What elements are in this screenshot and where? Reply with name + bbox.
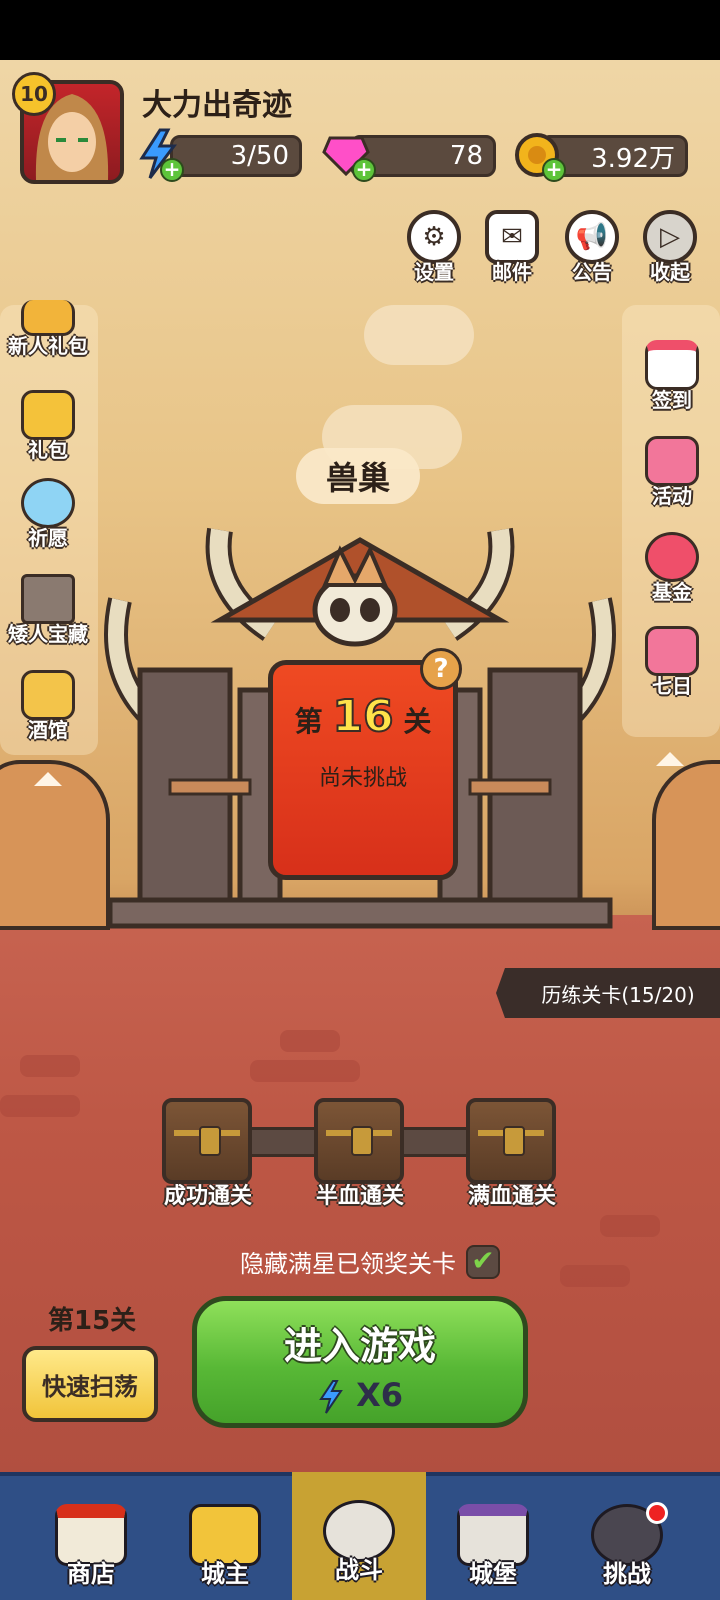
check-in-button[interactable]: 签到	[624, 340, 720, 413]
event-button[interactable]: 活动	[624, 436, 720, 509]
dwarf-treasure-label: 矮人宝藏	[8, 622, 88, 646]
nav-battle-label: 战斗	[335, 1556, 383, 1584]
newbie-gift-button[interactable]: 新人礼包	[0, 300, 96, 359]
brick	[250, 1060, 360, 1082]
player-level-badge: 10	[12, 72, 56, 116]
level-prefix: 第	[294, 705, 323, 738]
level-number: 16	[331, 690, 394, 743]
pickaxe-icon	[21, 574, 75, 624]
announcement-button[interactable]: 📢 公告	[560, 210, 624, 285]
gem-value: 78	[449, 141, 483, 171]
chest-clear-reward[interactable]: 成功通关	[162, 1098, 254, 1210]
nav-lord-label: 城主	[201, 1560, 249, 1588]
gold-value: 3.92万	[591, 143, 675, 174]
nav-shop[interactable]: 商店	[24, 1476, 158, 1600]
right-collapse-arrow[interactable]	[656, 752, 684, 766]
nav-challenge-label: 挑战	[603, 1560, 651, 1588]
enter-game-cost: X6	[197, 1376, 523, 1415]
brick	[0, 1095, 80, 1117]
gift-pack-label: 礼包	[28, 438, 68, 462]
nav-challenge[interactable]: 挑战	[560, 1476, 694, 1600]
settings-label: 设置	[414, 260, 454, 284]
check-in-label: 签到	[652, 388, 692, 412]
tavern-label: 酒馆	[28, 718, 68, 742]
settings-button[interactable]: ⚙ 设置	[402, 210, 466, 285]
nav-castle-label: 城堡	[469, 1560, 517, 1588]
beer-mug-icon	[21, 670, 75, 720]
energy-cost-value: X6	[356, 1376, 404, 1414]
treasure-chest-icon	[162, 1098, 252, 1184]
mail-label: 邮件	[492, 260, 532, 284]
add-gold-button[interactable]: +	[542, 158, 566, 182]
seven-day-label: 七日	[652, 674, 692, 698]
cloud	[364, 305, 474, 365]
sweep-level-label: 第15关	[48, 1306, 137, 1336]
enter-game-label: 进入游戏	[283, 1324, 436, 1368]
collapse-label: 收起	[650, 260, 690, 284]
bottom-navigation: 商店 城主 战斗 城堡 挑战	[0, 1472, 720, 1600]
fund-button[interactable]: 基金	[624, 532, 720, 605]
gift-box-icon	[21, 390, 75, 440]
brick	[600, 1215, 660, 1237]
stage-name: 兽巢	[296, 448, 420, 504]
enter-game-button[interactable]: 进入游戏 X6	[192, 1296, 528, 1428]
notification-dot	[646, 1502, 668, 1524]
quick-sweep-button[interactable]: 快速扫荡	[22, 1346, 158, 1422]
event-stars-icon	[645, 436, 699, 486]
left-collapse-arrow[interactable]	[34, 772, 62, 786]
energy-value: 3/50	[230, 141, 289, 171]
status-bar	[0, 0, 720, 60]
nav-shop-label: 商店	[67, 1560, 115, 1588]
gift-pack-button[interactable]: 礼包	[0, 390, 96, 463]
training-stages-label: 历练关卡(15/20)	[541, 982, 695, 1007]
dwarf-treasure-button[interactable]: 矮人宝藏	[0, 574, 96, 647]
announcement-label: 公告	[572, 260, 612, 284]
wish-button[interactable]: 祈愿	[0, 478, 96, 551]
lightning-icon	[319, 1380, 343, 1414]
hide-completed-checkbox[interactable]: ✔	[466, 1243, 500, 1279]
brick	[560, 1265, 630, 1287]
newbie-gift-label: 新人礼包	[8, 334, 88, 358]
treasure-chest-icon	[466, 1098, 556, 1184]
collapse-button[interactable]: ▷ 收起	[638, 210, 702, 285]
chest-full-hp-reward[interactable]: 满血通关	[466, 1098, 558, 1210]
help-button[interactable]: ?	[420, 648, 462, 690]
brick	[280, 1030, 340, 1052]
check-icon: ✔	[471, 1243, 495, 1277]
tavern-button[interactable]: 酒馆	[0, 670, 96, 743]
hill	[652, 760, 720, 930]
fund-label: 基金	[652, 580, 692, 604]
nav-castle[interactable]: 城堡	[426, 1476, 560, 1600]
level-board[interactable]: 第 16 关 尚未挑战	[268, 660, 458, 880]
wish-star-icon	[21, 478, 75, 528]
training-stages-tab[interactable]: 历练关卡(15/20)	[496, 968, 720, 1018]
level-suffix: 关	[403, 705, 432, 738]
event-label: 活动	[652, 484, 692, 508]
nav-lord[interactable]: 城主	[158, 1476, 292, 1600]
calendar-icon	[645, 340, 699, 390]
add-gems-button[interactable]: +	[352, 158, 376, 182]
quick-sweep-label: 快速扫荡	[42, 1372, 138, 1401]
level-title: 第 16 关	[273, 690, 453, 743]
energy-counter[interactable]: 3/50	[170, 135, 302, 177]
mail-button[interactable]: ✉ 邮件	[480, 210, 544, 285]
brick	[20, 1055, 80, 1077]
nav-battle[interactable]: 战斗	[292, 1472, 426, 1600]
add-energy-button[interactable]: +	[160, 158, 184, 182]
money-bag-icon	[645, 532, 699, 582]
player-name: 大力出奇迹	[142, 88, 292, 123]
level-status: 尚未挑战	[318, 766, 407, 791]
seven-day-gift-icon	[645, 626, 699, 676]
hide-completed-option[interactable]: 隐藏满星已领奖关卡 ✔	[240, 1244, 500, 1279]
hide-completed-label: 隐藏满星已领奖关卡	[240, 1250, 456, 1278]
chest-half-hp-reward[interactable]: 半血通关	[314, 1098, 406, 1210]
wish-label: 祈愿	[28, 526, 68, 550]
treasure-chest-icon	[314, 1098, 404, 1184]
seven-day-button[interactable]: 七日	[624, 626, 720, 699]
